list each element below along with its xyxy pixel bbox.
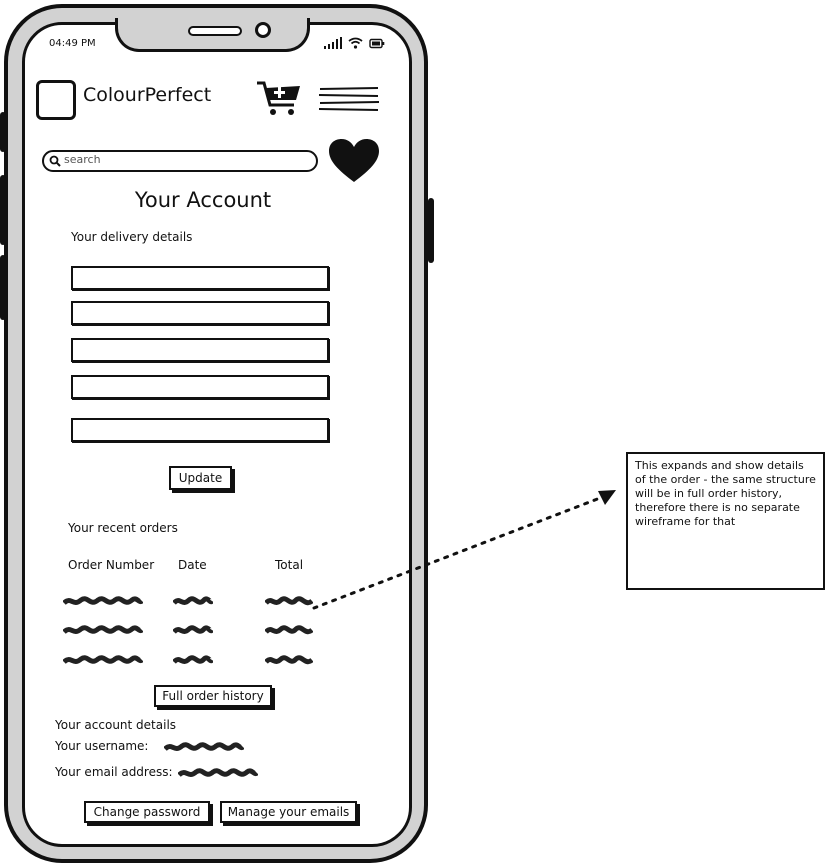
speaker-icon [188,26,242,36]
annotation-note: This expands and show details of the ord… [626,452,825,590]
annotation-arrow [312,490,616,610]
phone-notch [115,18,310,52]
camera-icon [255,22,271,38]
